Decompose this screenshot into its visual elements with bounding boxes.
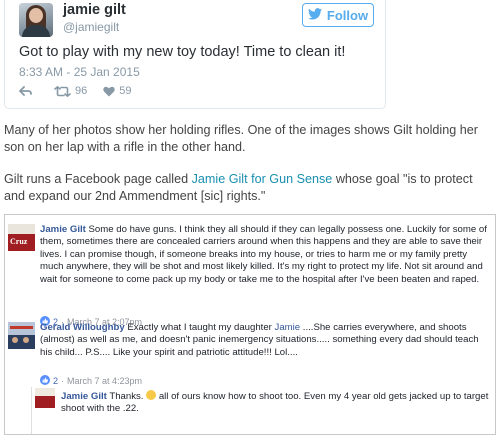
heart-icon xyxy=(103,86,115,96)
comment-meta: 2 · March 7 at 4:23pm xyxy=(40,375,142,387)
comment-author[interactable]: Jamie Gilt xyxy=(61,391,107,402)
twitter-bird-icon xyxy=(307,7,322,23)
cruz-logo-text: Cruz xyxy=(10,237,28,246)
follow-button[interactable]: Follow xyxy=(302,3,374,27)
comment-author[interactable]: Gerald Willoughby xyxy=(40,322,125,333)
retweet-count: 96 xyxy=(75,85,88,97)
retweet-icon xyxy=(54,85,71,97)
separator: · xyxy=(61,376,65,386)
comment-text: Thanks. xyxy=(106,391,147,402)
avatar[interactable]: Cruz xyxy=(8,224,35,251)
avatar[interactable] xyxy=(8,322,35,349)
comment-reply: Jamie Gilt Thanks. 😊 all of ours know ho… xyxy=(61,390,489,416)
article-paragraph-facebook: Gilt runs a Facebook page called Jamie G… xyxy=(4,171,496,204)
paragraph-text: Gilt runs a Facebook page called xyxy=(4,172,192,186)
comment-text: Exactly what I taught my daughter xyxy=(124,322,275,333)
reply-thread-line xyxy=(31,387,32,434)
comment-text: Some do have guns. I think they all shou… xyxy=(40,224,487,285)
tweet-actions: 96 59 xyxy=(19,85,132,97)
like-count: 59 xyxy=(119,85,132,97)
follow-label: Follow xyxy=(326,7,369,23)
like-button[interactable]: 59 xyxy=(103,85,132,97)
reply-button[interactable] xyxy=(19,86,32,96)
facebook-comments: Cruz Jamie Gilt Some do have guns. I thi… xyxy=(4,214,496,435)
comment-author[interactable]: Jamie Gilt xyxy=(40,224,86,235)
article-paragraph: Many of her photos show her holding rifl… xyxy=(4,123,478,154)
reply-icon xyxy=(19,86,32,96)
thumbs-up-icon[interactable] xyxy=(40,375,50,387)
tweet-author-handle[interactable]: @jamiegilt xyxy=(63,20,119,34)
comment: Jamie Gilt Some do have guns. I think th… xyxy=(40,224,490,286)
tweet-text: Got to play with my new toy today! Time … xyxy=(19,44,346,60)
tweet-author-name[interactable]: jamie gilt xyxy=(63,2,126,18)
retweet-button[interactable]: 96 xyxy=(54,85,87,97)
smiley-emoji-icon: 😊 xyxy=(146,390,157,400)
comment-time[interactable]: March 7 at 4:23pm xyxy=(67,376,142,386)
avatar[interactable] xyxy=(35,388,55,408)
facebook-page-link[interactable]: Jamie Gilt for Gun Sense xyxy=(192,172,333,186)
avatar[interactable] xyxy=(19,3,53,37)
mention-link[interactable]: Jamie xyxy=(275,322,301,333)
tweet-timestamp[interactable]: 8:33 AM - 25 Jan 2015 xyxy=(19,65,140,79)
tweet-card: jamie gilt @jamiegilt Follow Got to play… xyxy=(4,0,386,109)
comment: Gerald Willoughby Exactly what I taught … xyxy=(40,322,490,359)
like-count[interactable]: 2 xyxy=(53,376,58,386)
